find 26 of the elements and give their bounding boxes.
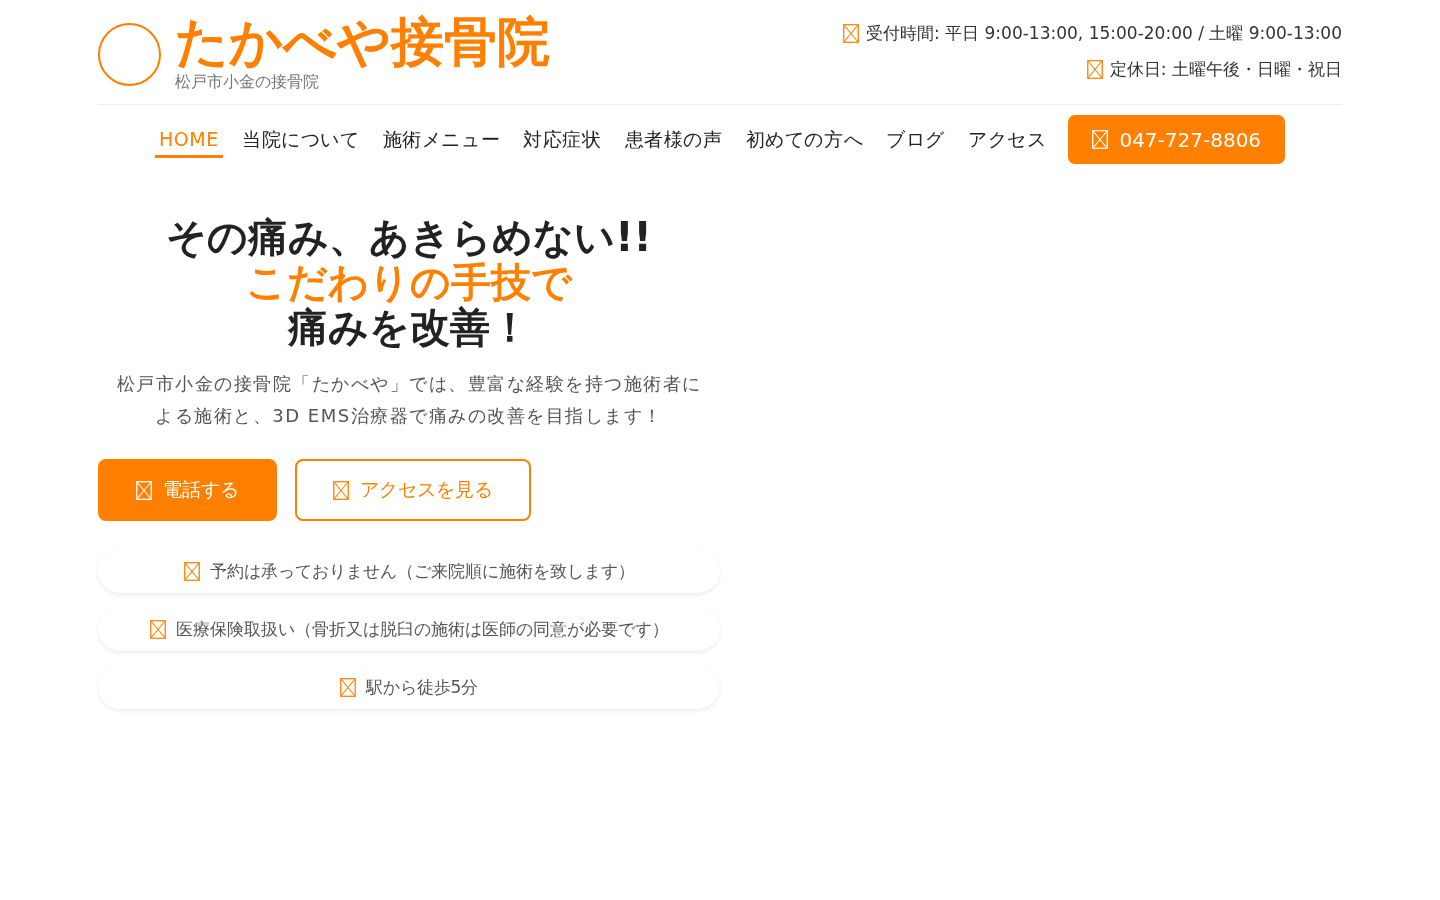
- nav-link[interactable]: アクセス: [964, 121, 1051, 158]
- nav-link[interactable]: 対応症状: [519, 121, 606, 158]
- crossed-box-icon: [136, 480, 152, 500]
- headline-line: その痛み、あきらめない!!: [165, 215, 653, 260]
- crossed-box-icon: [339, 677, 356, 697]
- headline-line: 痛みを改善！: [286, 305, 531, 350]
- nav-link[interactable]: 患者様の声: [620, 121, 727, 158]
- feature-text: 駅から徒歩5分: [365, 675, 479, 699]
- crossed-box-icon: [149, 619, 166, 639]
- feature-text: 予約は承っておりません（ご来院順に施術を致します）: [209, 559, 635, 583]
- crossed-box-icon: [183, 561, 200, 581]
- crossed-box-icon: [843, 23, 859, 43]
- feature-text: 医療保険取扱い（骨折又は脱臼の施術は医師の同意が必要です）: [175, 617, 669, 641]
- nav-link[interactable]: ブログ: [882, 121, 949, 158]
- hero-lead: 松戸市小金の接骨院「たかべや」では、豊富な経験を持つ施術者による施術と、3D EMS治療器で痛みの改善を目指します！: [115, 372, 703, 428]
- nav-link[interactable]: 施術メニュー: [378, 121, 505, 158]
- crossed-box-icon: [1086, 59, 1103, 79]
- headline-line: こだわりの手技で: [245, 260, 574, 305]
- circle-logo-icon: [98, 23, 161, 86]
- info-text: 定休日: 土曜午後・日曜・祝日: [1109, 58, 1342, 81]
- info-text: 受付時間: 平日 9:00-13:00, 15:00-20:00 / 土曜 9:00-13:00: [866, 22, 1342, 45]
- crossed-box-icon: [333, 480, 349, 500]
- nav-link[interactable]: 当院について: [237, 121, 364, 158]
- nav-link[interactable]: 初めての方へ: [741, 121, 868, 158]
- crossed-box-icon: [1092, 130, 1109, 149]
- site-subtitle: 松戸市小金の接骨院: [175, 72, 320, 92]
